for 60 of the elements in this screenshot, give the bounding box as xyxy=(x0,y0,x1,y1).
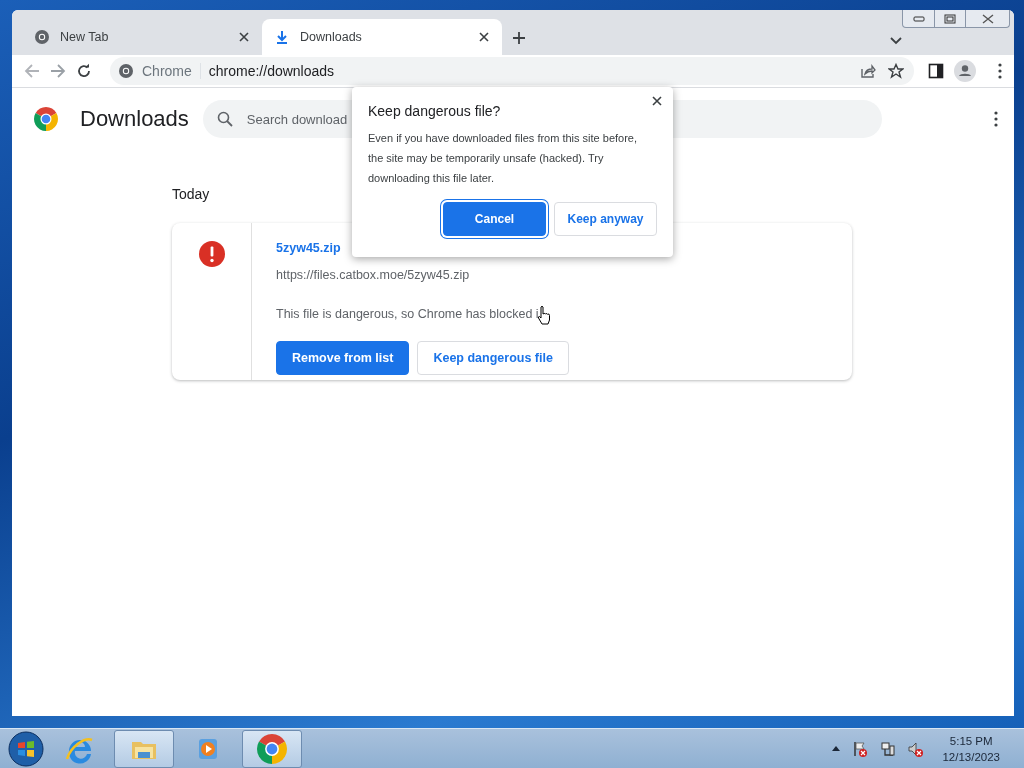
network-icon xyxy=(880,740,897,757)
star-icon xyxy=(888,63,904,79)
flag-icon xyxy=(852,740,869,757)
show-hidden-button[interactable] xyxy=(830,744,843,753)
close-icon[interactable] xyxy=(478,31,490,43)
close-icon xyxy=(651,95,663,107)
menu-button[interactable] xyxy=(996,61,1004,81)
bookmark-button[interactable] xyxy=(886,61,906,81)
chrome-logo xyxy=(34,107,58,131)
remove-button[interactable]: Remove from list xyxy=(276,340,410,376)
close-icon xyxy=(981,13,994,24)
speaker-muted-icon xyxy=(908,740,925,757)
minimize-icon xyxy=(912,15,925,22)
kebab-menu-icon xyxy=(994,111,998,127)
tab-search-button[interactable] xyxy=(888,35,904,47)
windows-orb-icon xyxy=(8,730,44,767)
new-tab-button[interactable] xyxy=(510,29,528,47)
arrow-right-icon xyxy=(50,63,66,79)
url-text: chrome://downloads xyxy=(208,61,335,81)
side-panel-icon xyxy=(928,63,944,79)
keep-anyway-button[interactable]: Keep anyway xyxy=(554,201,657,236)
search-icon xyxy=(216,111,233,127)
chevron-down-icon xyxy=(890,37,902,45)
caret-up-icon xyxy=(832,746,841,751)
avatar-icon xyxy=(954,60,976,82)
download-icon xyxy=(274,29,290,45)
kebab-menu-icon xyxy=(998,63,1002,79)
dialog-message: Even if you have downloaded files from this site before, the site may be temporarily unsafe (hacked). Try downloading this file later. xyxy=(368,130,639,186)
plus-icon xyxy=(512,31,526,45)
side-panel-button[interactable] xyxy=(926,61,946,81)
keep-file-button[interactable]: Keep dangerous file xyxy=(417,340,569,376)
taskbar-app[interactable] xyxy=(242,729,302,768)
reload-icon xyxy=(76,63,92,79)
warning-message: This file is dangerous, so Chrome has blocked i xyxy=(276,306,539,324)
chrome-icon xyxy=(118,63,134,79)
clock-time: 5:15 PM xyxy=(948,733,994,749)
page-title: Downloads xyxy=(80,105,189,133)
cancel-button[interactable]: Cancel xyxy=(443,201,546,236)
share-icon xyxy=(860,63,876,79)
menu-button[interactable] xyxy=(992,109,1000,129)
share-button[interactable] xyxy=(858,61,878,81)
hand-cursor-icon xyxy=(536,304,551,325)
browser-tab[interactable]: Downloads xyxy=(262,19,502,55)
chrome-icon xyxy=(34,29,50,45)
dialog-title: Keep dangerous file? xyxy=(368,103,502,120)
file-url: https://files.catbox.moe/5zyw45.zip xyxy=(276,266,470,284)
address-bar[interactable]: Chrome chrome://downloads xyxy=(110,57,914,85)
chrome-icon xyxy=(257,733,287,764)
browser-tab[interactable]: New Tab xyxy=(22,19,262,55)
clock-date: 12/13/2023 xyxy=(942,749,1000,765)
close-icon[interactable] xyxy=(238,31,250,43)
file-link[interactable]: 5zyw45.zip xyxy=(276,239,341,258)
site-label: Chrome xyxy=(142,61,192,81)
start-button[interactable] xyxy=(6,728,46,768)
profile-button[interactable] xyxy=(952,58,978,84)
taskbar-app[interactable] xyxy=(114,729,174,768)
section-heading: Today xyxy=(172,185,211,204)
warning-icon xyxy=(198,241,225,267)
arrow-left-icon xyxy=(24,63,40,79)
maximize-icon xyxy=(944,13,956,24)
